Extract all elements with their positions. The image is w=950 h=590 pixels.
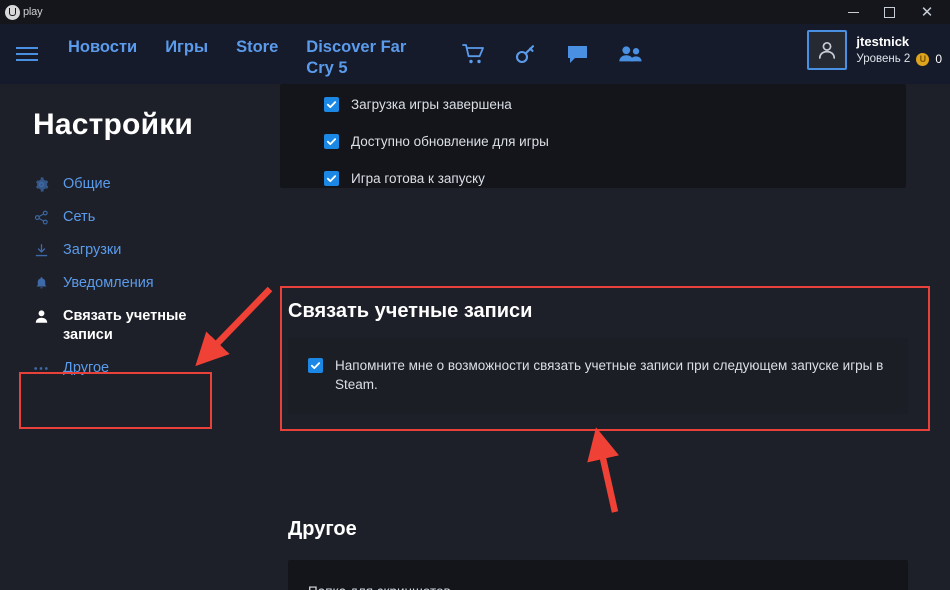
uplay-logo-text: play (23, 6, 43, 18)
user-level-row: Уровень 2 U 0 (856, 52, 942, 66)
nav-link-discover-far-cry-5[interactable]: Discover Far Cry 5 (292, 33, 437, 83)
checkbox-checked-icon[interactable] (308, 358, 323, 373)
network-icon (33, 208, 49, 226)
gear-icon (33, 175, 49, 193)
sidebar-item-network[interactable]: Сеть (0, 201, 280, 234)
nav-link-store[interactable]: Store (222, 33, 292, 62)
nav-link-games[interactable]: Игры (151, 33, 222, 62)
sidebar-item-label: Общие (63, 176, 111, 192)
download-icon (33, 241, 49, 259)
avatar[interactable] (807, 30, 848, 70)
sidebar-item-label: Сеть (63, 209, 96, 225)
notifications-card: Загрузка игры завершена Доступно обновле… (280, 84, 906, 188)
chat-icon[interactable] (565, 41, 591, 67)
cart-icon[interactable] (461, 41, 487, 67)
settings-content: Загрузка игры завершена Доступно обновле… (280, 84, 950, 590)
title-bar: play ✕ (0, 0, 950, 24)
checkbox-checked-icon[interactable] (324, 97, 339, 112)
minimize-button[interactable] (836, 0, 870, 24)
sidebar-item-notifications[interactable]: Уведомления (0, 267, 280, 300)
other-title: Другое (288, 518, 357, 540)
notification-checkbox-list: Загрузка игры завершена Доступно обновле… (280, 84, 906, 191)
close-button[interactable]: ✕ (910, 0, 944, 24)
checkbox-label: Игра готова к запуску (351, 171, 485, 186)
settings-sidebar: Настройки Общие Сеть Загрузки Уведомлени… (0, 84, 280, 590)
nav-links: Новости Игры Store Discover Far Cry 5 (54, 24, 437, 84)
checkbox-label: Напомните мне о возможности связать учет… (335, 358, 884, 392)
page-title: Настройки (33, 108, 194, 141)
key-icon[interactable] (513, 41, 539, 67)
user-meta: jtestnick Уровень 2 U 0 (856, 34, 942, 66)
sidebar-menu: Общие Сеть Загрузки Уведомления Связать … (0, 168, 280, 385)
maximize-button[interactable] (872, 0, 906, 24)
user-profile-block[interactable]: jtestnick Уровень 2 U 0 (807, 30, 942, 70)
checkbox-row-download-complete[interactable]: Загрузка игры завершена (324, 92, 906, 117)
checkbox-row-update-available[interactable]: Доступно обновление для игры (324, 129, 906, 154)
checkbox-checked-icon[interactable] (324, 171, 339, 186)
sidebar-item-other[interactable]: Другое (0, 352, 280, 385)
main-navigation-bar: Новости Игры Store Discover Far Cry 5 jt… (0, 24, 950, 84)
ellipsis-icon (33, 359, 49, 377)
nav-link-news[interactable]: Новости (54, 33, 151, 62)
nav-icon-group (461, 41, 643, 67)
screenshot-folder-card: Папка для скриншотов (288, 560, 908, 590)
checkbox-checked-icon[interactable] (324, 134, 339, 149)
friends-icon[interactable] (617, 41, 643, 67)
sidebar-item-label: Уведомления (63, 275, 154, 291)
bell-icon (33, 274, 49, 292)
other-section: Другое Папка для скриншотов (280, 504, 930, 590)
link-accounts-card: Напомните мне о возможности связать учет… (288, 338, 908, 414)
user-name: jtestnick (856, 34, 910, 49)
checkbox-label: Доступно обновление для игры (351, 134, 549, 149)
user-icon (33, 307, 49, 325)
screenshot-folder-label: Папка для скриншотов (288, 560, 908, 590)
hamburger-menu-icon[interactable] (0, 24, 54, 84)
uplay-settings-window: play ✕ Новости Игры Store Discover Far C… (0, 0, 950, 590)
checkbox-label: Загрузка игры завершена (351, 97, 512, 112)
sidebar-item-label: Другое (63, 360, 110, 376)
sidebar-item-link-accounts[interactable]: Связать учетные записи (0, 300, 280, 352)
uplay-coin-value: 0 (935, 52, 942, 66)
checkbox-row-remind-link-accounts[interactable]: Напомните мне о возможности связать учет… (288, 338, 908, 394)
uplay-logo-icon (5, 4, 20, 20)
uplay-logo: play (0, 4, 43, 20)
sidebar-item-label: Связать учетные записи (63, 308, 187, 343)
uplay-coin-icon: U (916, 52, 930, 66)
sidebar-item-downloads[interactable]: Загрузки (0, 234, 280, 267)
sidebar-item-general[interactable]: Общие (0, 168, 280, 201)
sidebar-item-label: Загрузки (63, 242, 122, 258)
link-accounts-title: Связать учетные записи (288, 300, 533, 322)
user-level: Уровень 2 (856, 53, 911, 65)
checkbox-row-ready-to-play[interactable]: Игра готова к запуску (324, 166, 906, 191)
link-accounts-section: Связать учетные записи Напомните мне о в… (280, 286, 930, 431)
